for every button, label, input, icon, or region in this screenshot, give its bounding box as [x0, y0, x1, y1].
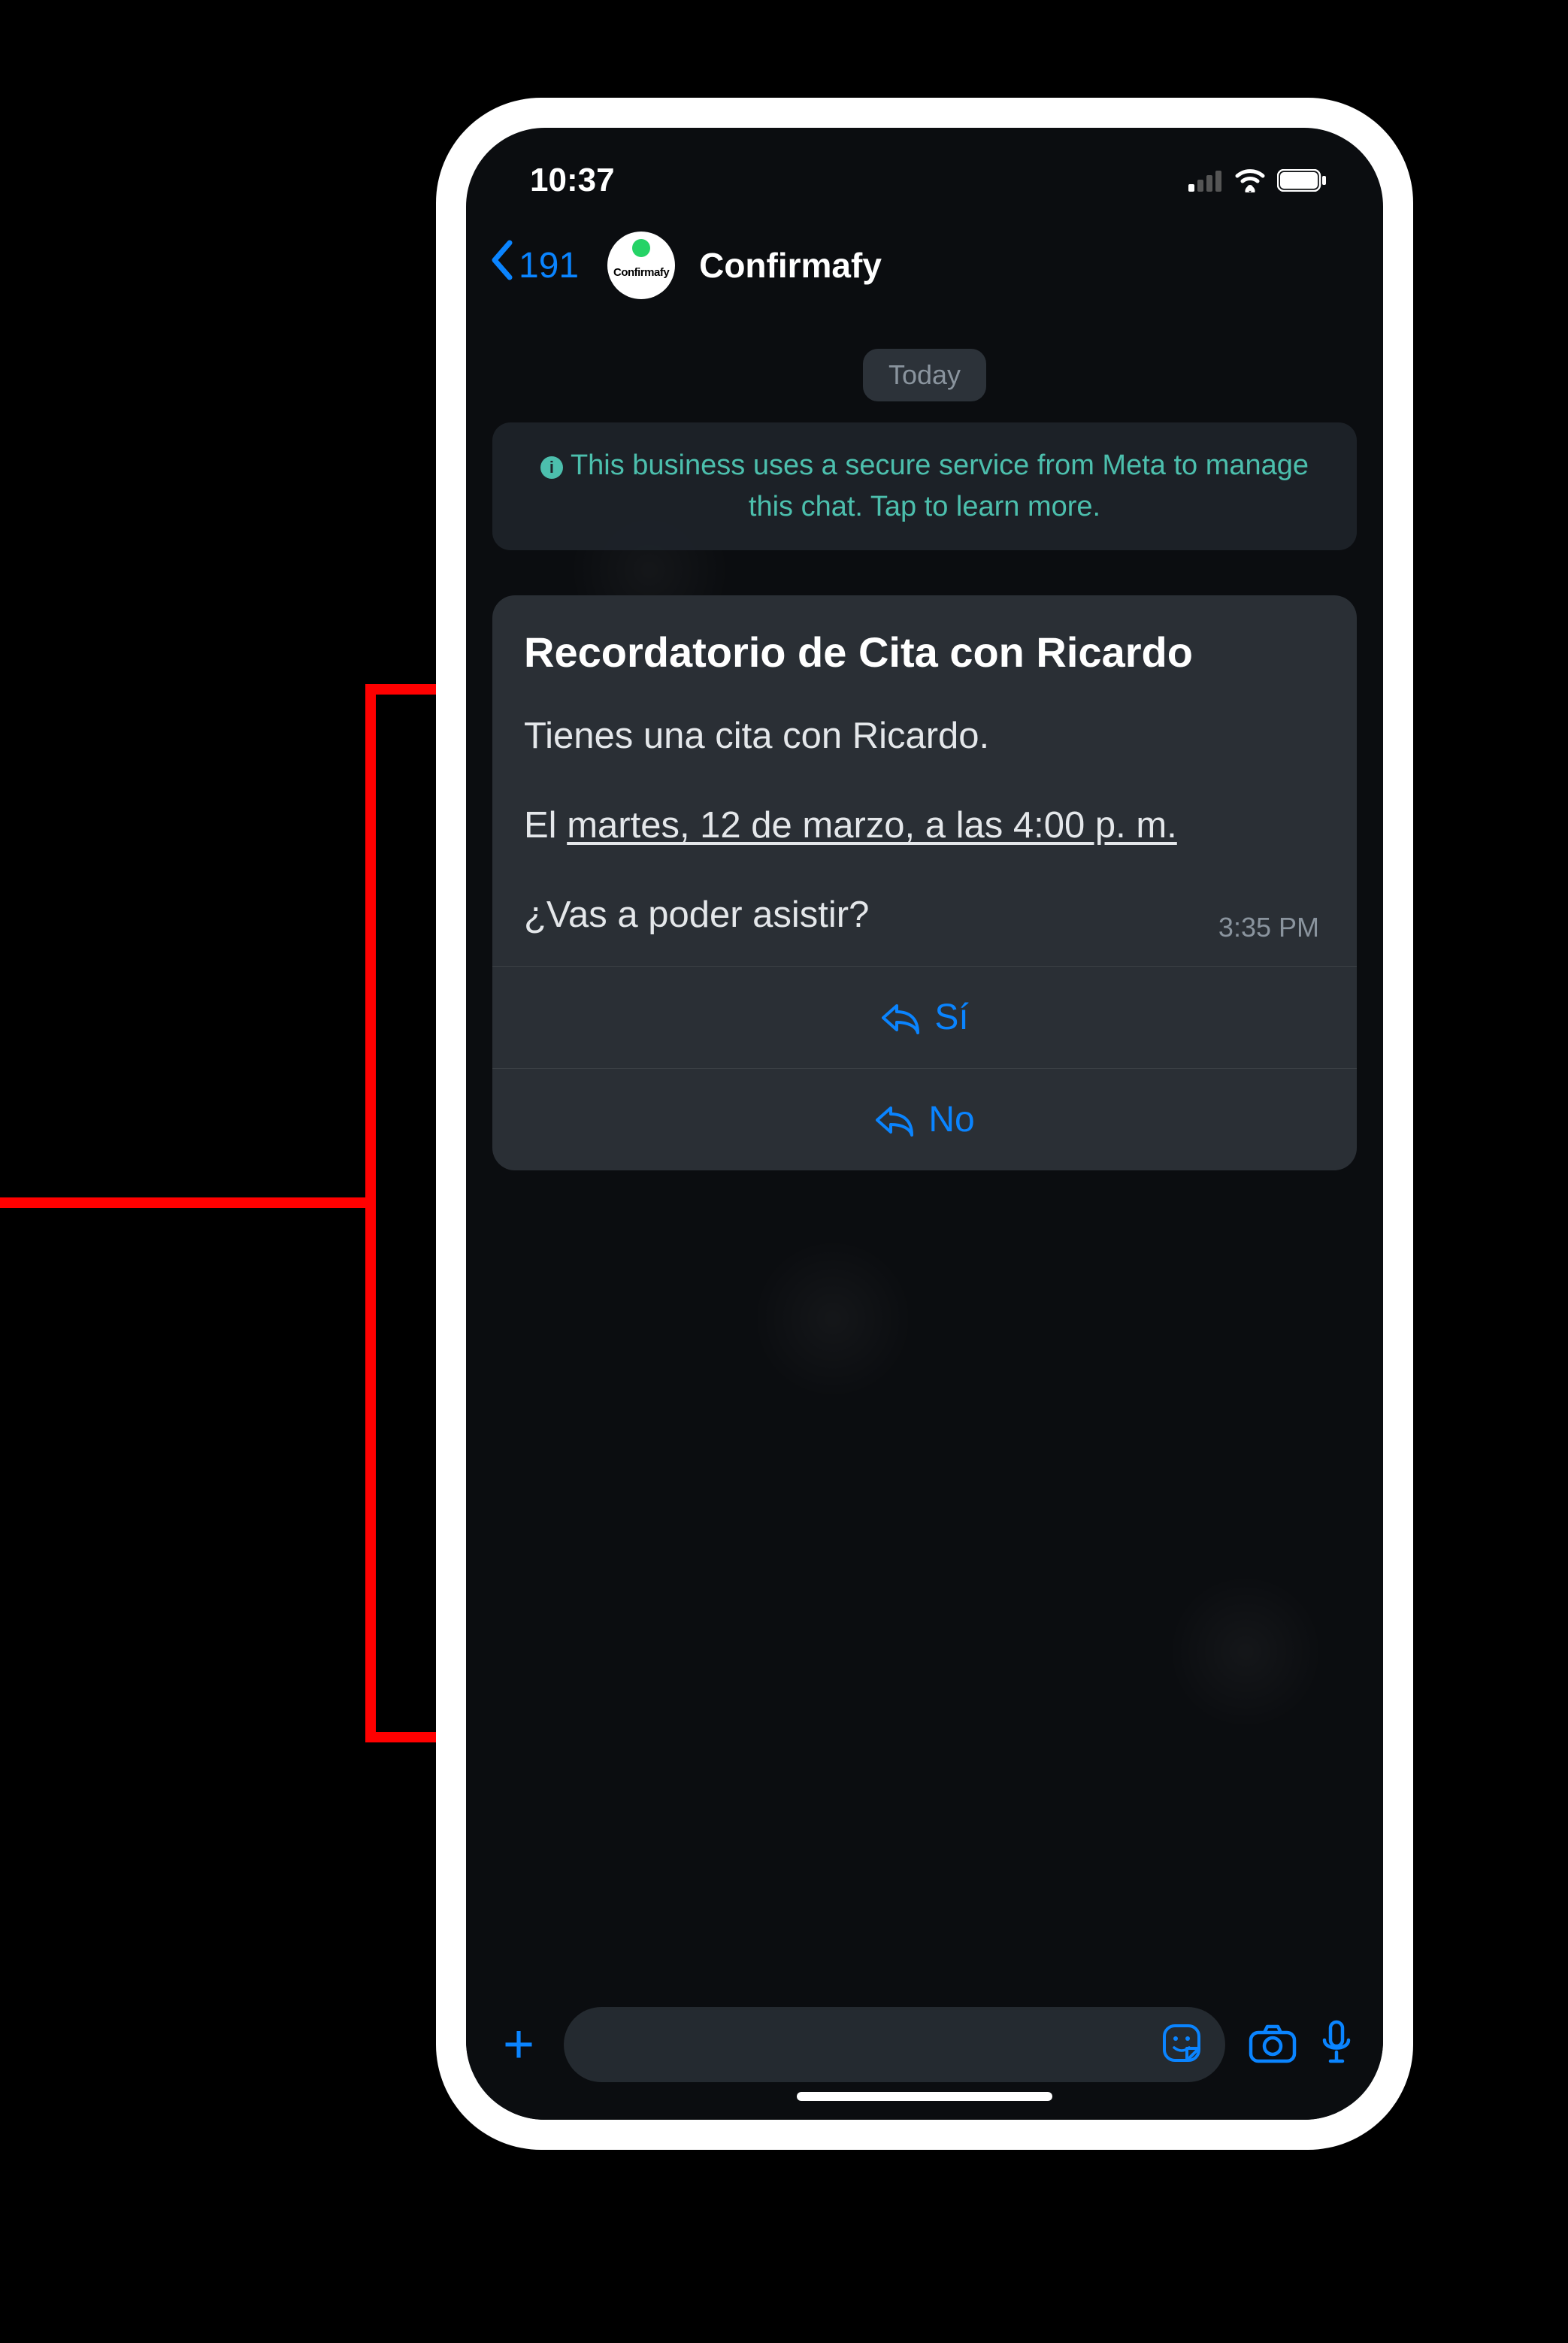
message-line-1: Tienes una cita con Ricardo.	[524, 710, 1325, 762]
wifi-icon	[1234, 168, 1267, 192]
battery-icon	[1277, 169, 1327, 192]
security-notice-text: This business uses a secure service from…	[571, 450, 1309, 522]
home-indicator[interactable]	[797, 2092, 1052, 2101]
phone-screen: 10:37 191 Confirmafy	[466, 128, 1383, 2120]
message-line-2: El martes, 12 de marzo, a las 4:00 p. m.	[524, 800, 1325, 852]
reply-yes-label: Sí	[934, 997, 968, 1038]
plus-icon: +	[503, 2015, 534, 2075]
date-pill: Today	[863, 349, 986, 401]
reply-no-button[interactable]: No	[492, 1068, 1357, 1170]
cellular-signal-icon	[1188, 169, 1223, 192]
reply-yes-button[interactable]: Sí	[492, 966, 1357, 1068]
status-icons	[1188, 168, 1327, 192]
attach-button[interactable]: +	[496, 2014, 541, 2075]
message-input[interactable]	[564, 2007, 1225, 2082]
back-button[interactable]: 191	[489, 240, 579, 291]
mic-button[interactable]	[1320, 2019, 1353, 2071]
message-title: Recordatorio de Cita con Ricardo	[524, 627, 1325, 677]
phone-frame: 10:37 191 Confirmafy	[436, 98, 1413, 2150]
reply-arrow-icon	[874, 1103, 915, 1137]
profile-avatar[interactable]: Confirmafy	[607, 232, 675, 299]
chat-title[interactable]: Confirmafy	[699, 245, 882, 286]
message-content: Recordatorio de Cita con Ricardo Tienes …	[492, 595, 1357, 966]
chat-body[interactable]: Today i This business uses a secure servi…	[466, 320, 1383, 1984]
security-notice[interactable]: i This business uses a secure service fro…	[492, 422, 1357, 550]
message-timestamp: 3:35 PM	[1218, 912, 1319, 943]
status-bar: 10:37	[466, 128, 1383, 218]
camera-button[interactable]	[1248, 2022, 1297, 2068]
reply-no-label: No	[928, 1099, 974, 1140]
chat-header: 191 Confirmafy Confirmafy	[466, 218, 1383, 320]
annotation-bracket	[0, 684, 436, 1721]
chevron-left-icon	[489, 240, 514, 291]
status-time: 10:37	[530, 162, 615, 199]
message-body: Tienes una cita con Ricardo. El martes, …	[524, 710, 1325, 940]
appointment-datetime[interactable]: martes, 12 de marzo, a las 4:00 p. m.	[567, 805, 1177, 846]
reply-arrow-icon	[880, 1001, 921, 1034]
sticker-button[interactable]	[1161, 2022, 1203, 2068]
back-count: 191	[519, 245, 579, 286]
message-card: Recordatorio de Cita con Ricardo Tienes …	[492, 595, 1357, 1170]
info-icon: i	[540, 456, 563, 479]
date-separator: Today	[492, 349, 1357, 401]
profile-avatar-label: Confirmafy	[613, 266, 669, 279]
